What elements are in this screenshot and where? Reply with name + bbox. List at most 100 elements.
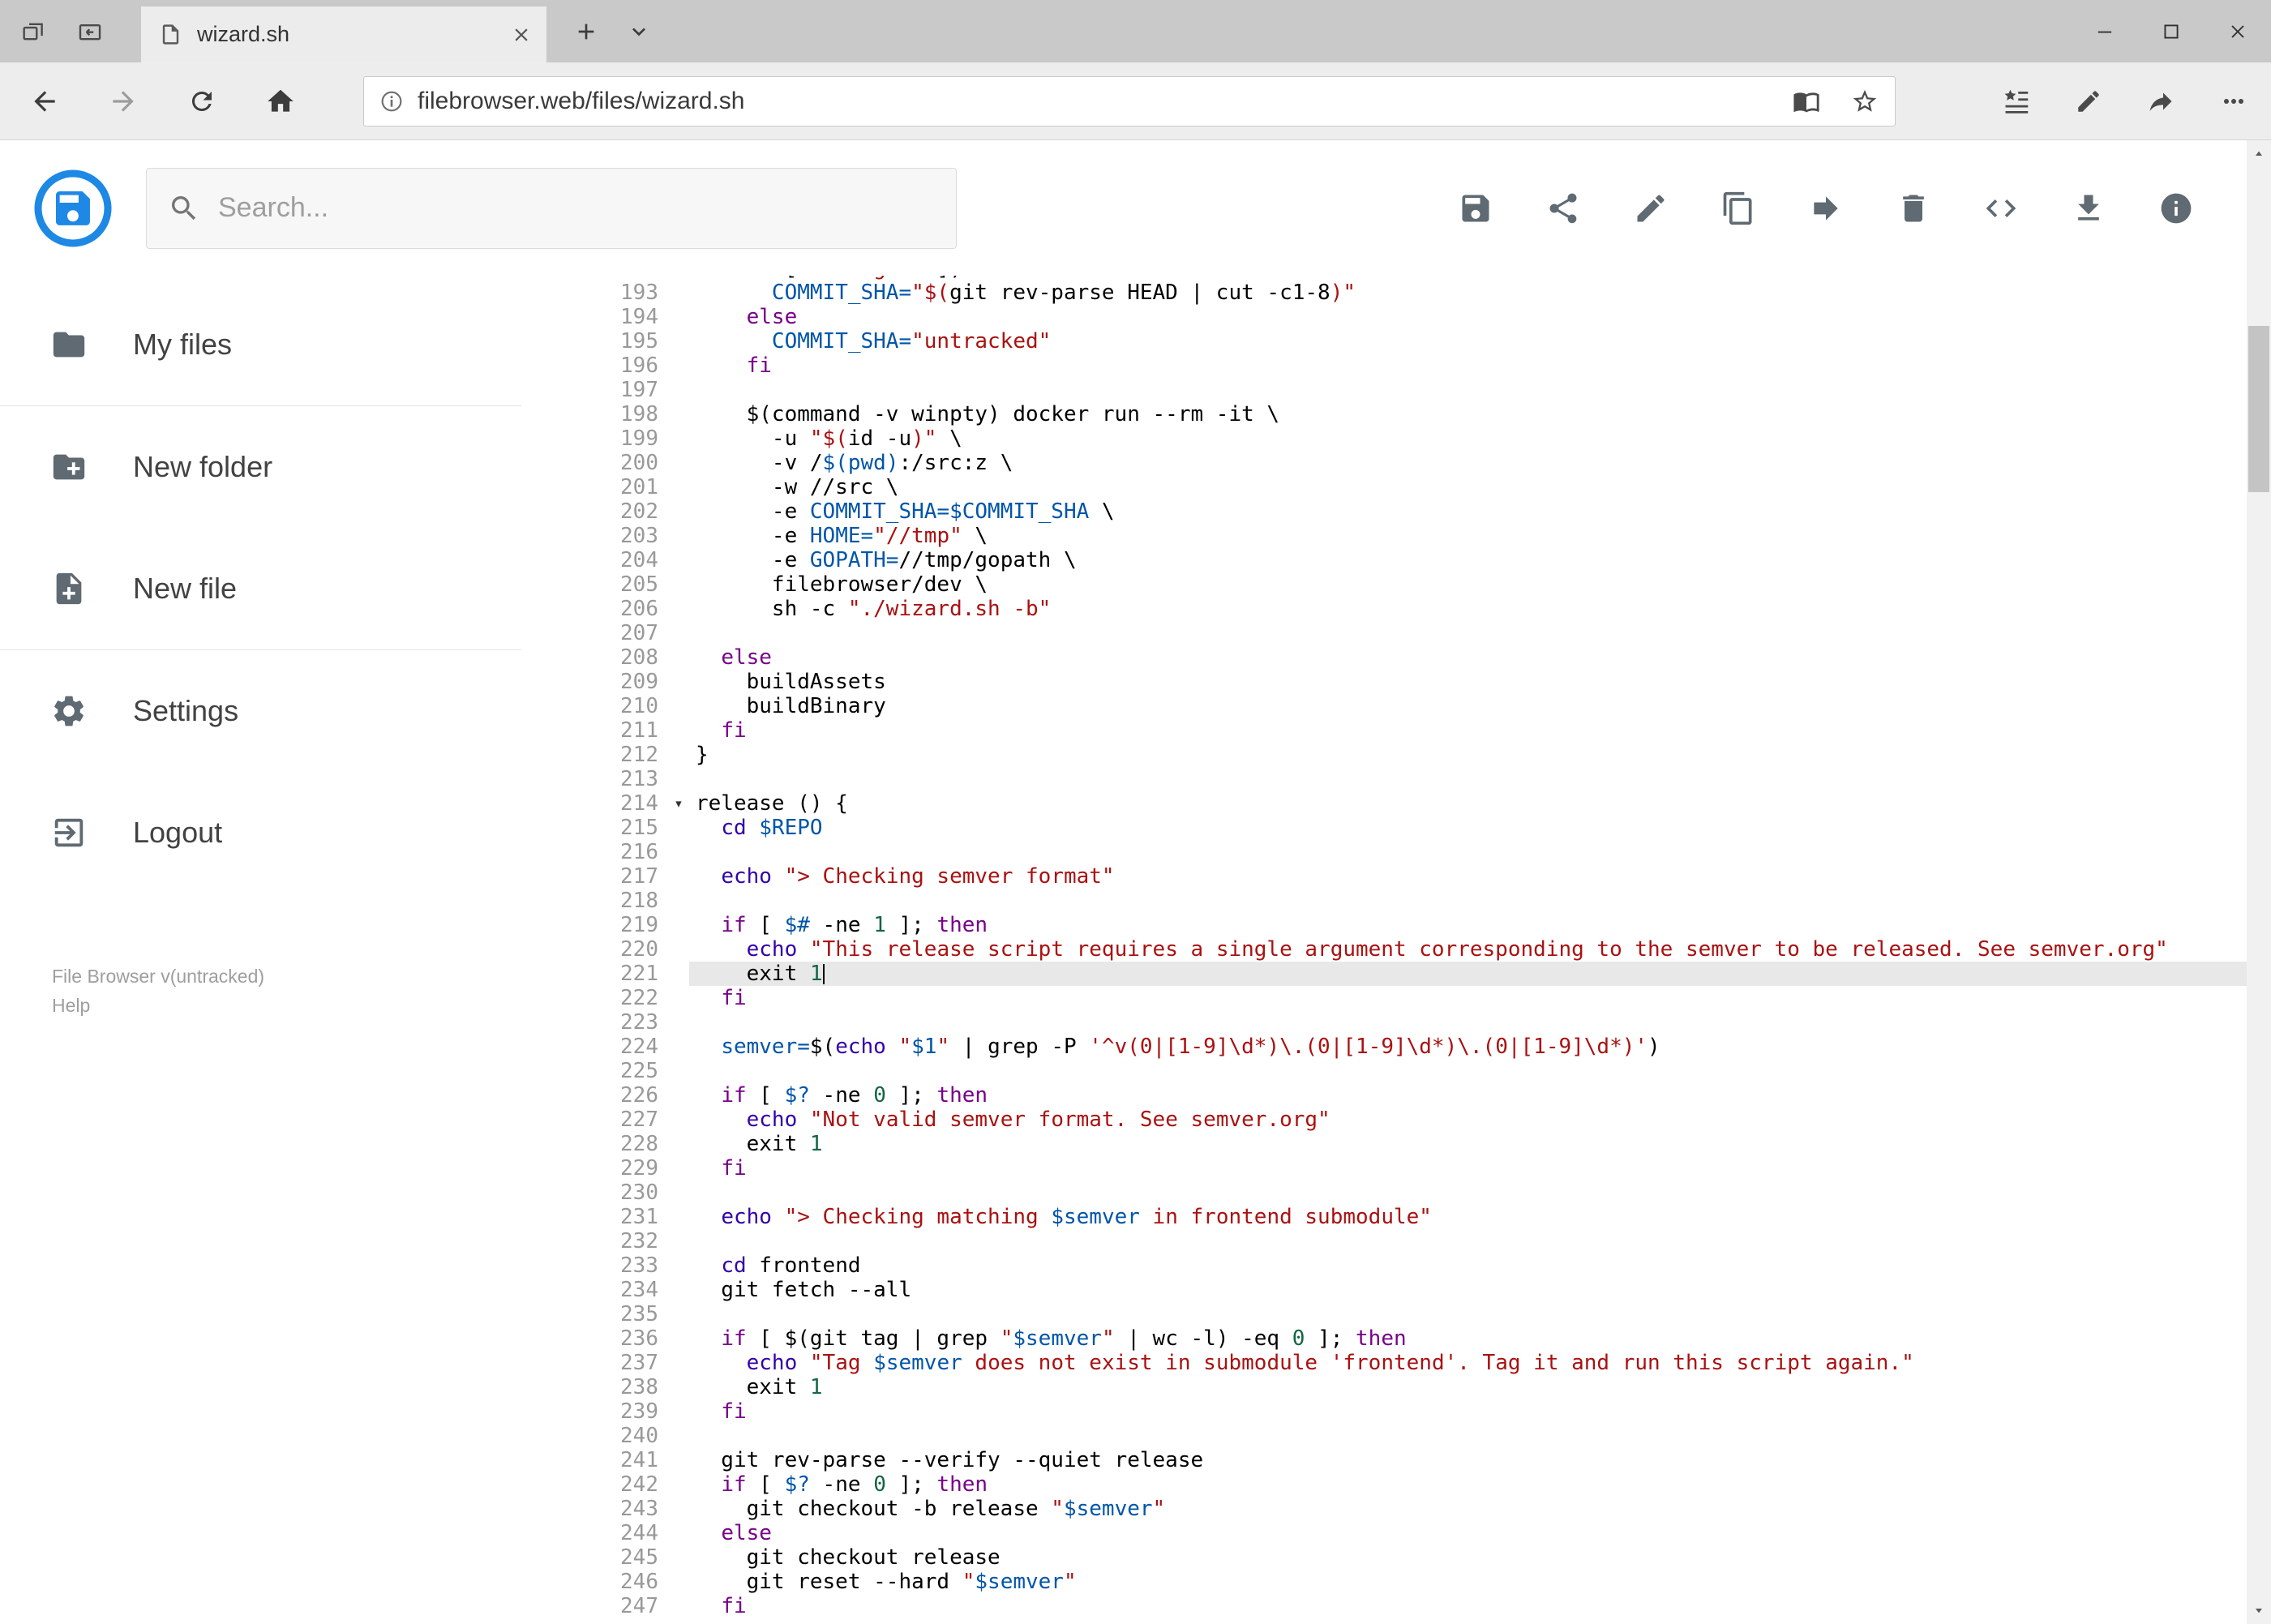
site-info-icon[interactable]	[379, 88, 405, 114]
fold-marker-icon[interactable]: ▾	[668, 791, 689, 816]
code-line-219[interactable]: 219 if [ $# -ne 1 ]; then	[608, 913, 2271, 937]
code-line-243[interactable]: 243 git checkout -b release "$semver"	[608, 1497, 2271, 1521]
browser-tab[interactable]: wizard.sh	[141, 6, 546, 62]
code-line-211[interactable]: 211 fi	[608, 718, 2271, 743]
scroll-down-icon[interactable]	[2247, 1596, 2271, 1624]
copy-button[interactable]	[1720, 191, 1756, 226]
code-line-231[interactable]: 231 echo "> Checking matching $semver in…	[608, 1205, 2271, 1229]
code-line-224[interactable]: 224 semver=$(echo "$1" | grep -P '^v(0|[…	[608, 1035, 2271, 1059]
code-line-223[interactable]: 223	[608, 1010, 2271, 1035]
download-button[interactable]	[2071, 191, 2106, 226]
code-line-202[interactable]: 202 -e COMMIT_SHA=$COMMIT_SHA \	[608, 499, 2271, 524]
code-line-214[interactable]: 214 ▾ release () {	[608, 791, 2271, 816]
code-line-206[interactable]: 206 sh -c "./wizard.sh -b"	[608, 597, 2271, 621]
code-line-220[interactable]: 220 echo "This release script requires a…	[608, 937, 2271, 962]
code-line-230[interactable]: 230	[608, 1181, 2271, 1205]
code-line-239[interactable]: 239 fi	[608, 1399, 2271, 1424]
sidebar-item-new-file[interactable]: New file	[0, 528, 608, 649]
code-line-222[interactable]: 222 fi	[608, 986, 2271, 1010]
code-line-201[interactable]: 201 -w //src \	[608, 475, 2271, 499]
code-line-227[interactable]: 227 echo "Not valid semver format. See s…	[608, 1108, 2271, 1132]
reading-view-button[interactable]	[1793, 88, 1820, 115]
code-line-205[interactable]: 205 filebrowser/dev \	[608, 572, 2271, 597]
more-options-button[interactable]	[2219, 87, 2248, 116]
search-box[interactable]	[146, 167, 957, 249]
close-button[interactable]	[2205, 0, 2271, 62]
code-line-246[interactable]: 246 git reset --hard "$semver"	[608, 1570, 2271, 1594]
code-line-226[interactable]: 226 if [ $? -ne 0 ]; then	[608, 1083, 2271, 1108]
code-line-236[interactable]: 236 if [ $(git tag | grep "$semver" | wc…	[608, 1326, 2271, 1351]
sidebar-item-new-folder[interactable]: New folder	[0, 406, 608, 528]
delete-button[interactable]	[1896, 191, 1931, 226]
code-line-242[interactable]: 242 if [ $? -ne 0 ]; then	[608, 1472, 2271, 1497]
code-line-212[interactable]: 212}	[608, 743, 2271, 767]
tab-close-icon[interactable]	[511, 24, 532, 45]
code-editor[interactable]: 192 if [ -d ".git" ]; then193 COMMIT_SHA…	[608, 276, 2271, 1624]
code-line-245[interactable]: 245 git checkout release	[608, 1545, 2271, 1570]
code-line-204[interactable]: 204 -e GOPATH=//tmp/gopath \	[608, 548, 2271, 572]
code-line-233[interactable]: 233 cd frontend	[608, 1253, 2271, 1278]
code-line-221[interactable]: 221 exit 1	[608, 962, 2271, 986]
share-page-button[interactable]	[2146, 87, 2175, 116]
sidebar-item-logout[interactable]: Logout	[0, 772, 608, 893]
code-line-200[interactable]: 200 -v /$(pwd):/src:z \	[608, 451, 2271, 475]
code-line-194[interactable]: 194 else	[608, 305, 2271, 329]
code-line-237[interactable]: 237 echo "Tag $semver does not exist in …	[608, 1351, 2271, 1375]
favorite-star-button[interactable]	[1851, 88, 1879, 115]
code-line-247[interactable]: 247 fi	[608, 1594, 2271, 1618]
info-button[interactable]	[2158, 191, 2194, 226]
code-line-210[interactable]: 210 buildBinary	[608, 694, 2271, 718]
refresh-button[interactable]	[184, 84, 220, 119]
code-line-203[interactable]: 203 -e HOME="//tmp" \	[608, 524, 2271, 548]
page-scrollbar[interactable]	[2247, 140, 2271, 1624]
line-number: 227	[620, 1108, 658, 1132]
share-button[interactable]	[1545, 191, 1581, 226]
help-link[interactable]: Help	[52, 991, 608, 1020]
code-line-207[interactable]: 207	[608, 621, 2271, 645]
code-line-217[interactable]: 217 echo "> Checking semver format"	[608, 864, 2271, 889]
code-line-199[interactable]: 199 -u "$(id -u)" \	[608, 426, 2271, 451]
hub-favorites-button[interactable]	[2002, 87, 2031, 116]
home-button[interactable]	[263, 84, 298, 119]
code-line-195[interactable]: 195 COMMIT_SHA="untracked"	[608, 329, 2271, 354]
code-line-238[interactable]: 238 exit 1	[608, 1375, 2271, 1399]
code-line-208[interactable]: 208 else	[608, 645, 2271, 670]
code-line-213[interactable]: 213	[608, 767, 2271, 791]
code-line-209[interactable]: 209 buildAssets	[608, 670, 2271, 694]
tab-preview-chevron-button[interactable]	[615, 0, 663, 62]
code-line-240[interactable]: 240	[608, 1424, 2271, 1448]
code-line-197[interactable]: 197	[608, 378, 2271, 402]
move-button[interactable]	[1808, 191, 1844, 226]
code-line-228[interactable]: 228 exit 1	[608, 1132, 2271, 1156]
scroll-up-icon[interactable]	[2247, 140, 2271, 168]
code-line-198[interactable]: 198 $(command -v winpty) docker run --rm…	[608, 402, 2271, 426]
sidebar-item-my-files[interactable]: My files	[0, 284, 608, 405]
code-line-218[interactable]: 218	[608, 889, 2271, 913]
tabs-preview-button[interactable]	[76, 18, 104, 45]
web-note-button[interactable]	[2075, 88, 2102, 115]
scrollbar-thumb[interactable]	[2248, 326, 2269, 492]
code-line-229[interactable]: 229 fi	[608, 1156, 2271, 1181]
code-line-196[interactable]: 196 fi	[608, 354, 2271, 378]
search-input[interactable]	[218, 172, 956, 244]
code-line-235[interactable]: 235	[608, 1302, 2271, 1326]
forward-button[interactable]	[105, 84, 141, 119]
address-bar[interactable]: filebrowser.web/files/wizard.sh	[363, 75, 1896, 126]
minimize-button[interactable]	[2072, 0, 2138, 62]
set-tabs-aside-button[interactable]	[19, 18, 47, 45]
code-button[interactable]	[1983, 191, 2019, 226]
code-line-244[interactable]: 244 else	[608, 1521, 2271, 1545]
code-line-215[interactable]: 215 cd $REPO	[608, 816, 2271, 840]
maximize-button[interactable]	[2138, 0, 2205, 62]
code-line-234[interactable]: 234 git fetch --all	[608, 1278, 2271, 1302]
code-line-216[interactable]: 216	[608, 840, 2271, 864]
code-line-241[interactable]: 241 git rev-parse --verify --quiet relea…	[608, 1448, 2271, 1472]
code-line-193[interactable]: 193 COMMIT_SHA="$(git rev-parse HEAD | c…	[608, 281, 2271, 305]
sidebar-item-settings[interactable]: Settings	[0, 650, 608, 772]
back-button[interactable]	[27, 84, 62, 119]
code-line-225[interactable]: 225	[608, 1059, 2271, 1083]
code-line-232[interactable]: 232	[608, 1229, 2271, 1253]
new-tab-button[interactable]	[558, 0, 615, 62]
edit-button[interactable]	[1633, 191, 1669, 226]
save-button[interactable]	[1458, 191, 1493, 226]
